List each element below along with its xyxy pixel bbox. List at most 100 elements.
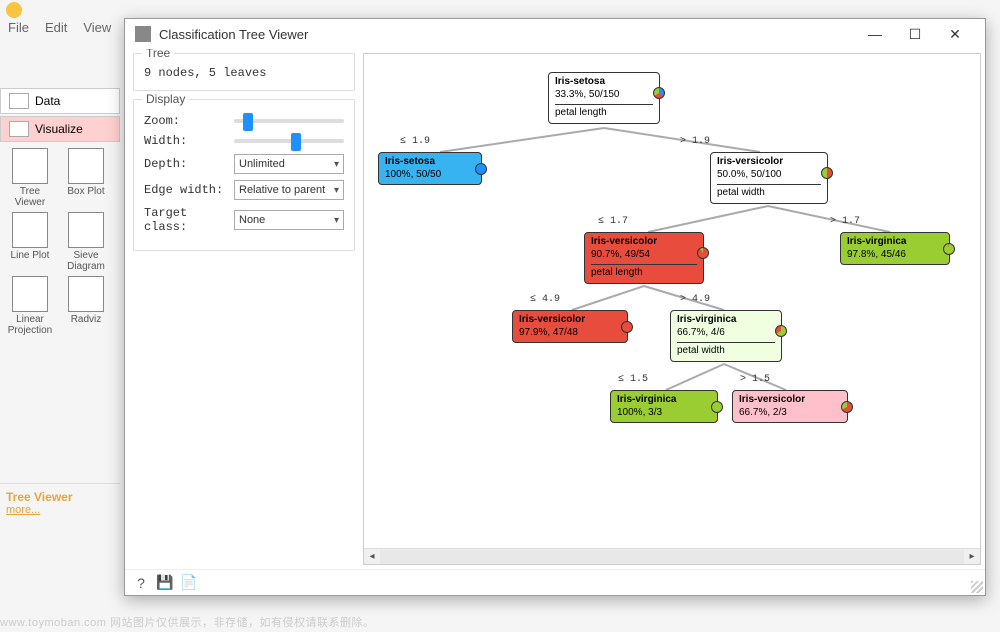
dialog-titlebar[interactable]: Classification Tree Viewer — ☐ ✕	[125, 19, 985, 49]
node-split: petal length	[591, 264, 697, 280]
footer-more-link[interactable]: more...	[6, 504, 114, 516]
width-slider[interactable]	[234, 139, 344, 143]
edgewidth-select[interactable]: Relative to parent▾	[234, 180, 344, 200]
edge-label: > 4.9	[680, 294, 710, 305]
node-title: Iris-versicolor	[717, 156, 821, 169]
tree-node-vers2[interactable]: Iris-versicolor66.7%, 2/3	[732, 390, 848, 423]
widget-tree-viewer[interactable]: Tree Viewer	[4, 148, 56, 208]
pie-icon	[711, 401, 723, 413]
menu-file[interactable]: File	[8, 20, 29, 40]
tree-viewer-dialog: Classification Tree Viewer — ☐ ✕ Tree 9 …	[124, 18, 986, 596]
help-icon[interactable]: ?	[133, 575, 149, 591]
tree-info: 9 nodes, 5 leaves	[144, 66, 344, 80]
edge-label: ≤ 1.5	[618, 374, 648, 385]
node-stats: 100%, 50/50	[385, 169, 475, 182]
menu-view[interactable]: View	[83, 20, 111, 40]
resize-grip[interactable]	[971, 581, 983, 593]
widget-radviz[interactable]: Radviz	[60, 276, 112, 336]
node-split: petal width	[677, 342, 775, 358]
node-title: Iris-versicolor	[519, 314, 621, 327]
bg-footer: Tree Viewer more...	[0, 483, 120, 522]
chevron-down-icon: ▾	[334, 185, 339, 196]
zoom-label: Zoom:	[144, 114, 228, 128]
tree-node-root[interactable]: Iris-setosa33.3%, 50/150petal length	[548, 72, 660, 124]
horizontal-scrollbar[interactable]: ◂ ▸	[364, 548, 980, 564]
tree-canvas-wrap: Iris-setosa33.3%, 50/150petal lengthIris…	[363, 53, 981, 565]
depth-select[interactable]: Unlimited▾	[234, 154, 344, 174]
dialog-icon	[135, 26, 151, 42]
pie-icon	[821, 167, 833, 179]
category-visualize[interactable]: Visualize	[0, 116, 120, 142]
node-title: Iris-virginica	[617, 394, 711, 407]
app-icon	[6, 2, 22, 18]
save-icon[interactable]: 💾	[157, 575, 173, 591]
chevron-down-icon: ▾	[334, 159, 339, 170]
zoom-slider[interactable]	[234, 119, 344, 123]
widget-box-plot[interactable]: Box Plot	[60, 148, 112, 208]
edge-label: > 1.5	[740, 374, 770, 385]
widget-linear-projection[interactable]: Linear Projection	[4, 276, 56, 336]
display-legend: Display	[142, 92, 189, 106]
minimize-button[interactable]: —	[855, 20, 895, 48]
scroll-right-arrow[interactable]: ▸	[964, 550, 980, 564]
scroll-track[interactable]	[380, 550, 964, 564]
edge-label: > 1.9	[680, 136, 710, 147]
footer-title: Tree Viewer	[6, 490, 114, 504]
depth-label: Depth:	[144, 157, 228, 171]
tree-canvas[interactable]: Iris-setosa33.3%, 50/150petal lengthIris…	[364, 54, 980, 564]
zoom-thumb[interactable]	[243, 113, 253, 131]
edgewidth-label: Edge width:	[144, 183, 228, 197]
pie-icon	[653, 87, 665, 99]
node-title: Iris-versicolor	[591, 236, 697, 249]
menu-edit[interactable]: Edit	[45, 20, 67, 40]
tree-node-n2[interactable]: Iris-versicolor50.0%, 50/100 petal width	[710, 152, 828, 204]
tree-node-n6[interactable]: Iris-virginica66.7%, 4/6 petal width	[670, 310, 782, 362]
bg-sidebar: Data Visualize Tree Viewer Box Plot Line…	[0, 88, 120, 340]
tree-node-virg2[interactable]: Iris-virginica100%, 3/3	[610, 390, 718, 423]
widget-line-plot[interactable]: Line Plot	[4, 212, 56, 272]
target-select[interactable]: None▾	[234, 210, 344, 230]
target-label: Target class:	[144, 206, 228, 234]
pie-icon	[475, 163, 487, 175]
widget-grid: Tree Viewer Box Plot Line Plot Sieve Dia…	[0, 144, 120, 340]
left-panel: Tree 9 nodes, 5 leaves Display Zoom: Wid…	[125, 49, 363, 569]
node-title: Iris-versicolor	[739, 394, 841, 407]
bg-titlebar	[0, 0, 1000, 20]
tree-node-setosa[interactable]: Iris-setosa100%, 50/50	[378, 152, 482, 185]
maximize-button[interactable]: ☐	[895, 20, 935, 48]
width-thumb[interactable]	[291, 133, 301, 151]
pie-icon	[775, 325, 787, 337]
edge-label: ≤ 1.7	[598, 216, 628, 227]
tree-node-vers1[interactable]: Iris-versicolor97.9%, 47/48	[512, 310, 628, 343]
node-title: Iris-setosa	[555, 76, 653, 89]
node-stats: 50.0%, 50/100	[717, 169, 821, 182]
close-button[interactable]: ✕	[935, 20, 975, 48]
pie-icon	[841, 401, 853, 413]
edge-label: ≤ 1.9	[400, 136, 430, 147]
edge-label: ≤ 4.9	[530, 294, 560, 305]
node-stats: 66.7%, 4/6	[677, 327, 775, 340]
node-stats: 97.9%, 47/48	[519, 327, 621, 340]
node-stats: 97.8%, 45/46	[847, 249, 943, 262]
node-stats: 66.7%, 2/3	[739, 407, 841, 420]
tree-node-n3[interactable]: Iris-versicolor90.7%, 49/54 petal length	[584, 232, 704, 284]
node-title: Iris-virginica	[677, 314, 775, 327]
tree-edges	[364, 54, 980, 564]
category-data[interactable]: Data	[0, 88, 120, 114]
node-split: petal length	[555, 104, 653, 120]
node-stats: 90.7%, 49/54	[591, 249, 697, 262]
width-label: Width:	[144, 134, 228, 148]
node-title: Iris-setosa	[385, 156, 475, 169]
display-group: Display Zoom: Width: Depth: Unlimited▾ E…	[133, 99, 355, 251]
dialog-title: Classification Tree Viewer	[159, 27, 308, 42]
tree-node-virg1[interactable]: Iris-virginica97.8%, 45/46	[840, 232, 950, 265]
report-icon[interactable]: 📄	[181, 575, 197, 591]
widget-sieve[interactable]: Sieve Diagram	[60, 212, 112, 272]
dialog-statusbar: ? 💾 📄	[125, 569, 985, 595]
tree-info-group: Tree 9 nodes, 5 leaves	[133, 53, 355, 91]
edge-label: > 1.7	[830, 216, 860, 227]
watermark: www.toymoban.com 网站图片仅供展示，非存储，如有侵权请联系删除。	[0, 614, 374, 630]
pie-icon	[621, 321, 633, 333]
scroll-left-arrow[interactable]: ◂	[364, 550, 380, 564]
node-split: petal width	[717, 184, 821, 200]
